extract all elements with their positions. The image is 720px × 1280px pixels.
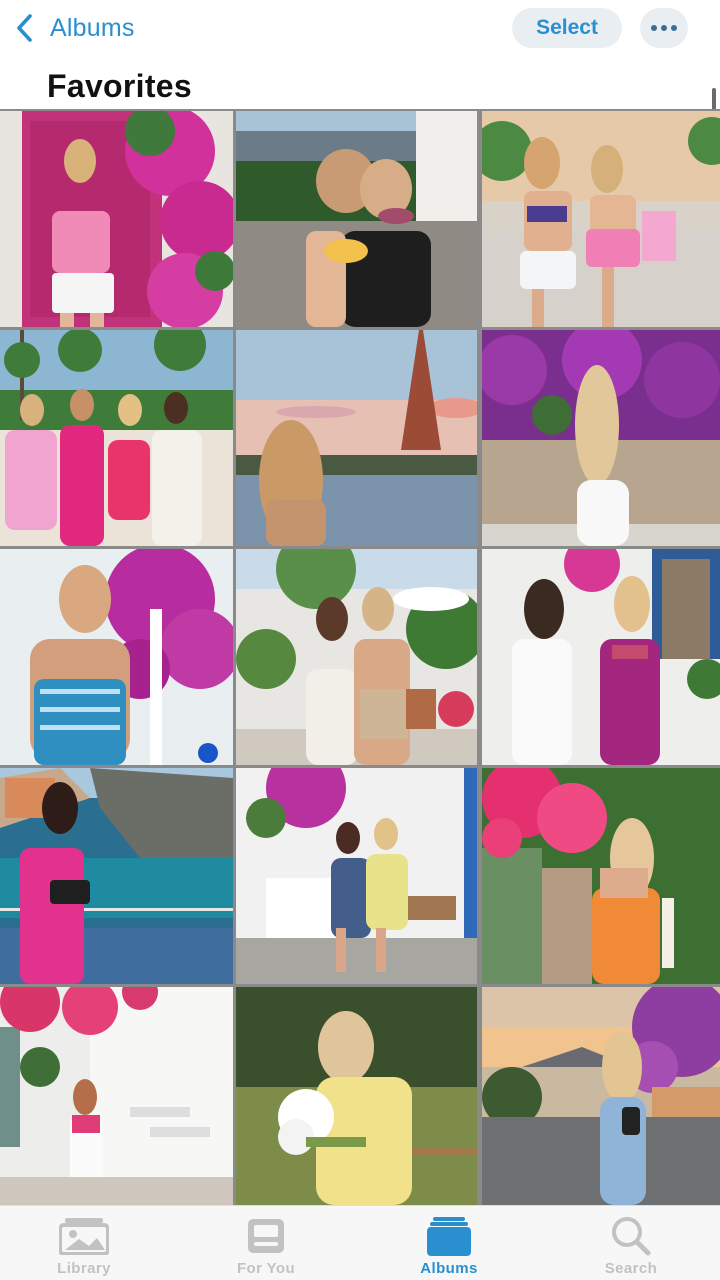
- more-options-button[interactable]: [640, 8, 688, 48]
- tab-label: For You: [236, 1260, 296, 1277]
- photo-thumbnail-friends-hug-plants[interactable]: [236, 549, 477, 765]
- photo-thumbnail-purple-flowers-wall[interactable]: [482, 330, 720, 546]
- dot: [651, 25, 657, 31]
- tab-bar: Library For You Albums Search: [0, 1205, 720, 1280]
- search-icon: [605, 1214, 657, 1258]
- tab-search[interactable]: Search: [571, 1206, 691, 1280]
- photo-thumbnail-blue-dress-sunset[interactable]: [482, 987, 720, 1205]
- page-title: Favorites: [47, 68, 192, 104]
- back-label: Albums: [50, 13, 135, 42]
- photo-thumbnail-white-house-flowers[interactable]: [0, 987, 233, 1205]
- albums-icon: [423, 1214, 475, 1258]
- photo-thumbnail-two-friends-bikinis[interactable]: [482, 111, 720, 327]
- navigation-bar: Albums Select: [0, 0, 720, 62]
- photo-thumbnail-pink-door[interactable]: [0, 111, 233, 327]
- back-button[interactable]: Albums: [14, 8, 135, 48]
- tab-label: Search: [604, 1260, 658, 1277]
- for-you-icon: [240, 1214, 292, 1258]
- photo-thumbnail-eiffel-tower[interactable]: [236, 330, 477, 546]
- photo-thumbnail-blue-dress-bougainvillea[interactable]: [0, 549, 233, 765]
- photo-thumbnail-hair-rollers[interactable]: [236, 111, 477, 327]
- tab-label: Albums: [420, 1260, 478, 1277]
- library-icon: [58, 1214, 110, 1258]
- select-button[interactable]: Select: [512, 8, 622, 48]
- photo-thumbnail-orange-dress-flowers[interactable]: [482, 768, 720, 984]
- tab-label: Library: [57, 1260, 111, 1277]
- tab-albums[interactable]: Albums: [389, 1206, 509, 1280]
- scroll-indicator[interactable]: [712, 88, 716, 110]
- chevron-left-icon: [17, 14, 32, 42]
- photo-thumbnail-friends-white-bench[interactable]: [236, 768, 477, 984]
- photo-thumbnail-pink-dress-coast[interactable]: [0, 768, 233, 984]
- photo-thumbnail-group-pink-outfits[interactable]: [0, 330, 233, 546]
- photo-thumbnail-white-pink-dresses[interactable]: [482, 549, 720, 765]
- photo-thumbnail-yellow-outfit-bouquet[interactable]: [236, 987, 477, 1205]
- photo-grid: [0, 109, 720, 1205]
- dot: [661, 25, 667, 31]
- tab-library[interactable]: Library: [24, 1206, 144, 1280]
- tab-for-you[interactable]: For You: [206, 1206, 326, 1280]
- dot: [671, 25, 677, 31]
